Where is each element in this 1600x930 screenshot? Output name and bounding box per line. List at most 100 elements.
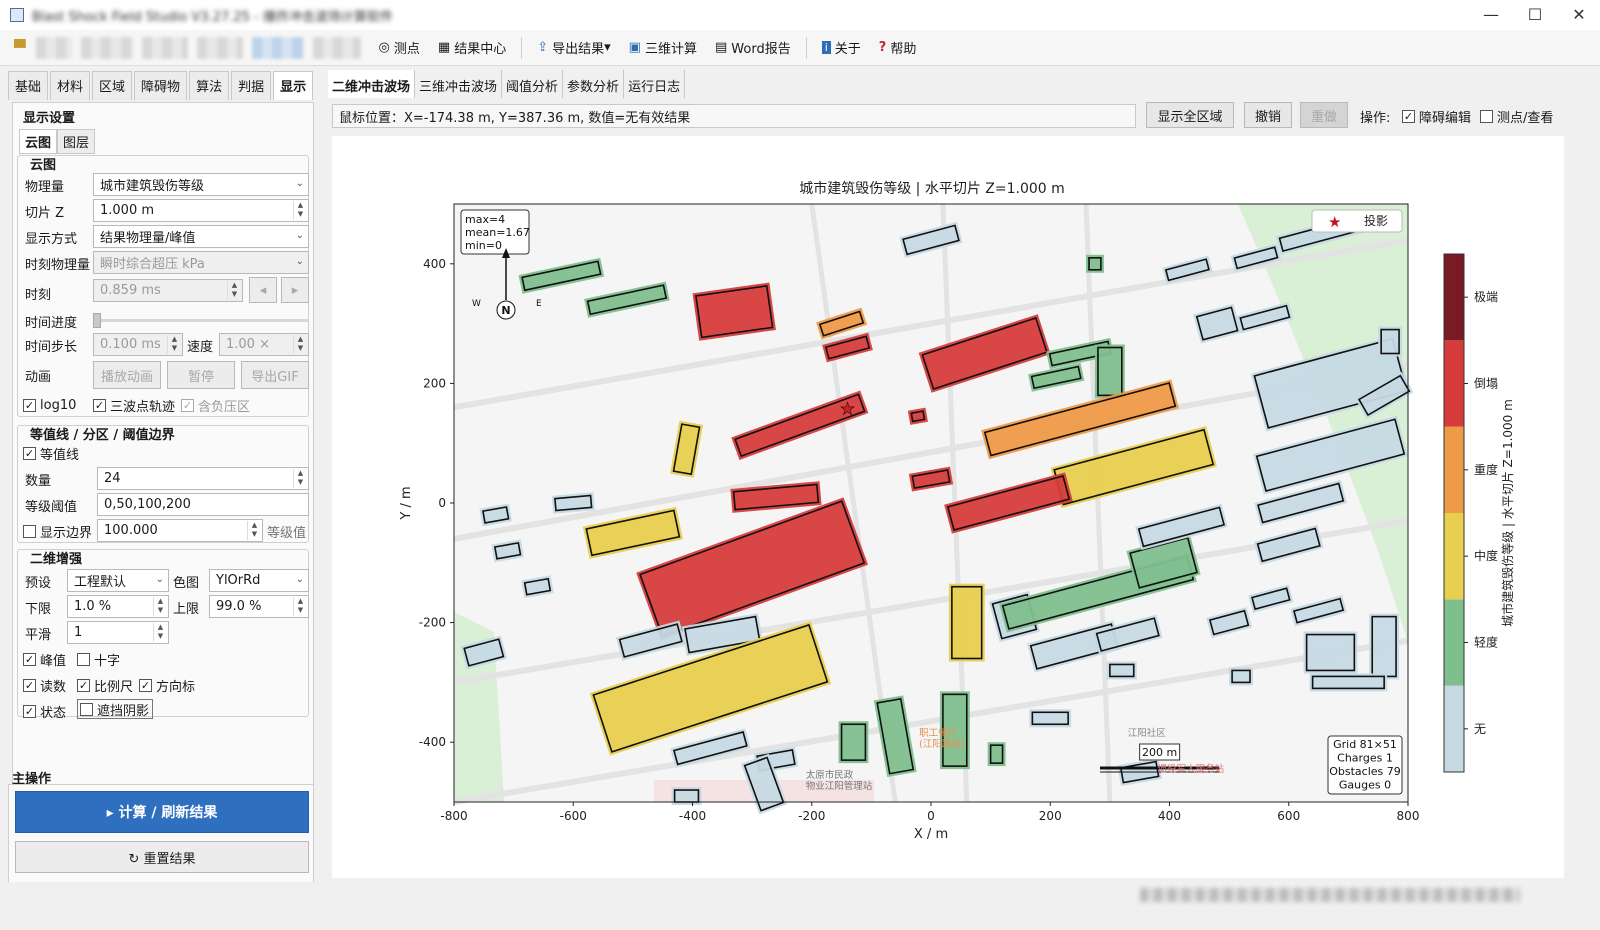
pause-button[interactable]: 暂停	[167, 361, 235, 389]
export-results-button[interactable]: ⇪ 导出结果 ▾	[528, 34, 619, 62]
upper-limit-input[interactable]: 99.0 % ▲ ▼	[209, 595, 309, 618]
preset-select[interactable]: 工程默认 ⌄	[67, 569, 169, 592]
time-prev-button[interactable]: ◂	[249, 277, 277, 303]
minimize-button[interactable]: —	[1468, 0, 1514, 30]
blurred-toolbar-item[interactable]	[35, 36, 72, 59]
display-mode-select[interactable]: 结果物理量/峰值 ⌄	[93, 225, 309, 248]
tab-basic[interactable]: 基础	[8, 71, 49, 100]
spin-arrows-icon[interactable]: ▲ ▼	[153, 623, 167, 642]
calc-3d-button[interactable]: ▣ 三维计算	[620, 34, 706, 62]
spin-arrows-icon[interactable]: ▲ ▼	[153, 597, 167, 616]
tab-2d-field[interactable]: 二维冲击波场	[328, 70, 416, 98]
smooth-input[interactable]: 1 ▲ ▼	[67, 621, 169, 644]
tab-parameter[interactable]: 参数分析	[563, 70, 625, 98]
slider-handle[interactable]	[93, 313, 101, 328]
cloud-group-title: 云图	[30, 158, 57, 173]
contour-count-input[interactable]: 24 ▲ ▼	[97, 467, 309, 490]
grid-icon: ▦	[437, 40, 451, 55]
mouse-position-text: 鼠标位置：X=-174.38 m, Y=387.36 m, 数值=无有效结果	[339, 110, 691, 126]
contour-checkbox[interactable]: ✓ 等值线	[23, 441, 79, 465]
wave-track-checkbox[interactable]: ✓ 三波点轨迹	[93, 393, 175, 417]
readout-checkbox[interactable]: ✓ 读数	[23, 673, 66, 697]
tab-material[interactable]: 材料	[50, 71, 91, 100]
map-label: 江阳社区	[1128, 727, 1167, 739]
tab-display[interactable]: 显示	[273, 71, 314, 100]
main-ops-panel: ▸ 计算 / 刷新结果 ↻ 重置结果	[8, 784, 314, 898]
compass-checkbox[interactable]: ✓ 方向标	[139, 673, 195, 697]
spin-arrows-icon[interactable]: ▲ ▼	[227, 281, 241, 300]
separator	[521, 36, 523, 59]
scale-checkbox[interactable]: ✓ 比例尺	[77, 673, 133, 697]
subtab-cloud[interactable]: 云图	[19, 129, 58, 154]
measure-view-checkbox[interactable]: 测点/查看	[1480, 104, 1553, 128]
undo-button[interactable]: 撤销	[1244, 102, 1292, 128]
results-center-button[interactable]: ▦ 结果中心	[429, 34, 515, 62]
boundary-checkbox[interactable]: 显示边界	[23, 519, 92, 543]
cross-checkbox[interactable]: 十字	[77, 647, 120, 671]
spin-arrows-icon[interactable]: ▲ ▼	[293, 469, 307, 488]
spin-arrows-icon[interactable]: ▲ ▼	[247, 521, 261, 540]
subtab-layer[interactable]: 图层	[57, 129, 96, 154]
spin-arrows-icon[interactable]: ▲ ▼	[293, 201, 307, 220]
close-button[interactable]: ✕	[1556, 0, 1600, 30]
threshold-input[interactable]: 0,50,100,200	[97, 493, 309, 516]
time-input[interactable]: 0.859 ms ▲ ▼	[93, 279, 243, 302]
time-next-button[interactable]: ▸	[281, 277, 309, 303]
boundary-value-input[interactable]: 100.000 ▲ ▼	[97, 519, 263, 542]
blurred-toolbar-item[interactable]	[312, 36, 361, 59]
tab-obstacle[interactable]: 障碍物	[134, 71, 188, 100]
time-progress-slider[interactable]	[93, 313, 309, 328]
blurred-toolbar-item[interactable]	[196, 36, 243, 59]
speed-input[interactable]: 1.00 × ▲ ▼	[219, 333, 309, 356]
about-button[interactable]: i 关于	[813, 34, 870, 62]
damage-map-chart[interactable]: 城市建筑毁伤等级 | 水平切片 Z=1.000 m -800 -600 -400 -2…	[332, 136, 1564, 878]
blurred-toolbar-item[interactable]	[80, 36, 133, 59]
log10-checkbox[interactable]: ✓ log10	[23, 393, 76, 417]
tab-algorithm[interactable]: 算法	[189, 71, 230, 100]
tab-region[interactable]: 区域	[92, 71, 133, 100]
reset-button[interactable]: ↻ 重置结果	[15, 841, 309, 873]
colorbar-tick-label: 无	[1474, 722, 1486, 736]
lower-limit-input[interactable]: 1.0 % ▲ ▼	[67, 595, 169, 618]
time-quantity-select[interactable]: 瞬时综合超压 kPa ⌄	[93, 251, 309, 274]
slice-z-input[interactable]: 1.000 m ▲ ▼	[93, 199, 309, 222]
blurred-toolbar-item[interactable]	[141, 36, 188, 59]
colorbar-segment	[1444, 685, 1464, 772]
tab-log[interactable]: 运行日志	[624, 70, 686, 98]
spin-arrows-icon[interactable]: ▲ ▼	[293, 335, 307, 354]
play-animation-button[interactable]: 播放动画	[93, 361, 161, 389]
quantity-select[interactable]: 城市建筑毁伤等级 ⌄	[93, 173, 309, 196]
folder-icon[interactable]: ▀	[14, 39, 26, 57]
plot-canvas[interactable]: 城市建筑毁伤等级 | 水平切片 Z=1.000 m -800 -600 -400 -2…	[332, 136, 1564, 878]
contour-label: 等值线	[40, 447, 80, 463]
maximize-button[interactable]: ☐	[1512, 0, 1558, 30]
checkbox-unchecked-icon	[23, 524, 36, 538]
blurred-toolbar-item[interactable]	[251, 36, 304, 59]
show-all-button[interactable]: 显示全区域	[1146, 102, 1234, 128]
tab-3d-field[interactable]: 三维冲击波场	[415, 70, 503, 98]
target-icon: ◎	[378, 40, 390, 55]
export-gif-button[interactable]: 导出GIF	[241, 361, 309, 389]
map-label: (江阳路店)	[919, 738, 964, 750]
obstacle-edit-checkbox[interactable]: ✓ 障碍编辑	[1402, 104, 1471, 128]
measure-point-button[interactable]: ◎ 测点	[370, 34, 429, 62]
toolbar: ▀ ◎ 测点 ▦ 结果中心 ⇪ 导出结果 ▾ ▣ 三维计算 ▤ Word报告 i 关于 ? 帮助	[0, 30, 1600, 66]
redo-button[interactable]: 重做	[1300, 102, 1348, 128]
shadow-checkbox[interactable]: 遮挡阴影	[77, 699, 154, 719]
neg-zone-checkbox[interactable]: ✓ 含负压区	[181, 393, 250, 417]
peak-checkbox[interactable]: ✓ 峰值	[23, 647, 66, 671]
readout-label: 读数	[40, 679, 67, 695]
tab-criteria[interactable]: 判据	[231, 71, 272, 100]
colormap-select[interactable]: YlOrRd ⌄	[209, 569, 309, 592]
spin-arrows-icon[interactable]: ▲ ▼	[167, 335, 181, 354]
slice-label: 切片 Z	[25, 205, 65, 221]
status-checkbox[interactable]: ✓ 状态	[23, 699, 66, 723]
status-bar	[0, 882, 1600, 930]
spin-arrows-icon[interactable]: ▲ ▼	[293, 597, 307, 616]
tab-threshold[interactable]: 阈值分析	[502, 70, 564, 98]
compute-button[interactable]: ▸ 计算 / 刷新结果	[15, 791, 309, 833]
help-button[interactable]: ? 帮助	[870, 34, 926, 62]
word-report-button[interactable]: ▤ Word报告	[706, 34, 800, 62]
about-label: 关于	[834, 42, 861, 57]
step-input[interactable]: 0.100 ms ▲ ▼	[93, 333, 183, 356]
